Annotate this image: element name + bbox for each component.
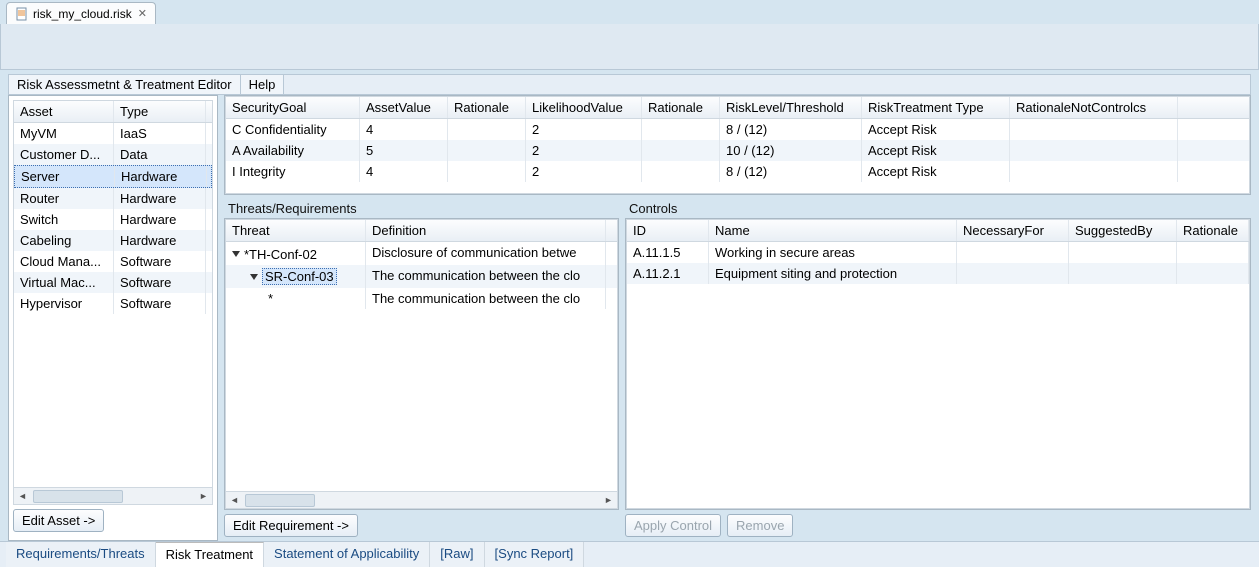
menu-help[interactable]: Help <box>241 75 285 94</box>
goals-table[interactable]: SecurityGoalAssetValueRationaleLikelihoo… <box>225 96 1250 194</box>
goals-col[interactable]: Rationale <box>448 97 526 118</box>
asset-cell: Cloud Mana... <box>14 251 114 272</box>
controls-col[interactable]: ID <box>627 220 709 241</box>
table-row[interactable]: RouterHardware <box>14 188 212 209</box>
close-icon[interactable]: ✕ <box>138 7 147 20</box>
threats-table[interactable]: Threat Definition *TH-Conf-02Disclosure … <box>225 219 618 509</box>
apply-control-button[interactable]: Apply Control <box>625 514 721 537</box>
expand-icon[interactable] <box>250 274 258 280</box>
goals-col[interactable]: Rationale <box>642 97 720 118</box>
scroll-thumb[interactable] <box>33 490 123 503</box>
file-icon <box>15 7 29 21</box>
scroll-left-icon[interactable]: ◄ <box>226 493 243 508</box>
threats-title: Threats/Requirements <box>224 199 619 218</box>
controls-col[interactable]: NecessaryFor <box>957 220 1069 241</box>
asset-cell: Customer D... <box>14 144 114 165</box>
controls-title: Controls <box>625 199 1251 218</box>
asset-cell: Router <box>14 188 114 209</box>
table-row[interactable]: A.11.2.1Equipment siting and protection <box>627 263 1249 284</box>
type-cell: Software <box>114 272 206 293</box>
scroll-thumb[interactable] <box>245 494 315 507</box>
table-row[interactable]: A Availability5210 / (12)Accept Risk <box>226 140 1249 161</box>
goals-col[interactable]: RiskTreatment Type <box>862 97 1010 118</box>
edit-asset-button[interactable]: Edit Asset -> <box>13 509 104 532</box>
threats-hscroll[interactable]: ◄ ► <box>226 491 617 508</box>
tab--sync-report-[interactable]: [Sync Report] <box>485 542 585 567</box>
type-cell: Hardware <box>114 188 206 209</box>
asset-cell: Switch <box>14 209 114 230</box>
tab-risk-treatment[interactable]: Risk Treatment <box>156 542 264 567</box>
type-cell: Software <box>114 293 206 314</box>
file-tab[interactable]: risk_my_cloud.risk ✕ <box>6 2 156 24</box>
table-row[interactable]: A.11.1.5Working in secure areas <box>627 242 1249 263</box>
table-row[interactable]: ServerHardware <box>14 165 212 188</box>
type-cell: Software <box>114 251 206 272</box>
goals-col[interactable]: RationaleNotControlcs <box>1010 97 1178 118</box>
table-row[interactable]: MyVMIaaS <box>14 123 212 144</box>
remove-control-button[interactable]: Remove <box>727 514 793 537</box>
threats-col-definition[interactable]: Definition <box>366 220 606 241</box>
type-cell: Hardware <box>114 230 206 251</box>
file-tab-label: risk_my_cloud.risk <box>33 7 132 21</box>
asset-cell: Virtual Mac... <box>14 272 114 293</box>
controls-col[interactable]: Name <box>709 220 957 241</box>
table-row[interactable]: SwitchHardware <box>14 209 212 230</box>
goals-col[interactable]: RiskLevel/Threshold <box>720 97 862 118</box>
asset-cell: MyVM <box>14 123 114 144</box>
controls-col[interactable]: SuggestedBy <box>1069 220 1177 241</box>
table-row[interactable]: HypervisorSoftware <box>14 293 212 314</box>
tab-statement-of-applicability[interactable]: Statement of Applicability <box>264 542 430 567</box>
expand-icon[interactable] <box>232 251 240 257</box>
table-row[interactable]: *The communication between the clo <box>226 288 617 309</box>
table-row[interactable]: SR-Conf-03The communication between the … <box>226 265 617 289</box>
controls-col[interactable]: Rationale <box>1177 220 1249 241</box>
menu-risk-assessment[interactable]: Risk Assessmetnt & Treatment Editor <box>9 75 241 94</box>
table-row[interactable]: C Confidentiality428 / (12)Accept Risk <box>226 119 1249 140</box>
type-cell: IaaS <box>114 123 206 144</box>
table-row[interactable]: Cloud Mana...Software <box>14 251 212 272</box>
table-row[interactable]: Virtual Mac...Software <box>14 272 212 293</box>
tab-requirements-threats[interactable]: Requirements/Threats <box>6 542 156 567</box>
threats-col-threat[interactable]: Threat <box>226 220 366 241</box>
goals-col[interactable]: AssetValue <box>360 97 448 118</box>
scroll-right-icon[interactable]: ► <box>195 489 212 504</box>
asset-cell: Hypervisor <box>14 293 114 314</box>
tab--raw-[interactable]: [Raw] <box>430 542 484 567</box>
type-cell: Hardware <box>114 209 206 230</box>
asset-cell: Cabeling <box>14 230 114 251</box>
table-row[interactable]: *TH-Conf-02Disclosure of communication b… <box>226 242 617 265</box>
scroll-left-icon[interactable]: ◄ <box>14 489 31 504</box>
controls-table[interactable]: IDNameNecessaryForSuggestedByRationale A… <box>626 219 1250 509</box>
asset-cell: Server <box>15 166 115 187</box>
assets-col-type[interactable]: Type <box>114 101 206 122</box>
scroll-right-icon[interactable]: ► <box>600 493 617 508</box>
edit-requirement-button[interactable]: Edit Requirement -> <box>224 514 358 537</box>
type-cell: Hardware <box>115 166 207 187</box>
assets-hscroll[interactable]: ◄ ► <box>14 487 212 504</box>
assets-table[interactable]: Asset Type MyVMIaaSCustomer D...DataServ… <box>13 100 213 505</box>
goals-col[interactable]: LikelihoodValue <box>526 97 642 118</box>
table-row[interactable]: CabelingHardware <box>14 230 212 251</box>
type-cell: Data <box>114 144 206 165</box>
table-row[interactable]: Customer D...Data <box>14 144 212 165</box>
bottom-tabs: Requirements/ThreatsRisk TreatmentStatem… <box>0 541 1259 567</box>
goals-col[interactable]: SecurityGoal <box>226 97 360 118</box>
assets-col-asset[interactable]: Asset <box>14 101 114 122</box>
table-row[interactable]: I Integrity428 / (12)Accept Risk <box>226 161 1249 182</box>
